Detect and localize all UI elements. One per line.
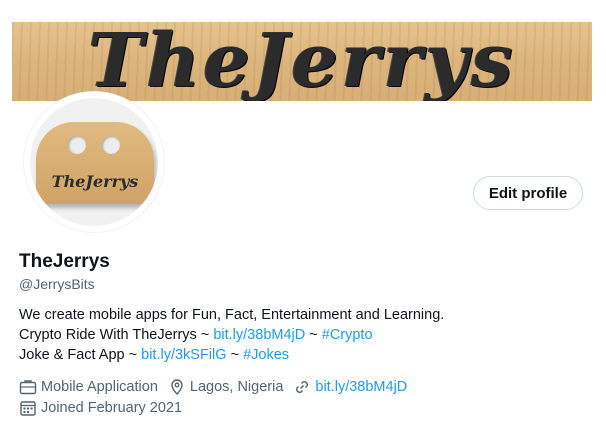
bio-line-3: Joke & Fact App ~ bit.ly/3kSFilG ~ #Joke… bbox=[19, 345, 444, 365]
avatar[interactable]: TheJerrys bbox=[24, 92, 164, 232]
avatar-image: TheJerrys bbox=[30, 98, 158, 226]
hashtag-jokes[interactable]: #Jokes bbox=[243, 347, 289, 363]
avatar-hole-left bbox=[68, 136, 86, 154]
bio-text: We create mobile apps for Fun, Fact, Ent… bbox=[19, 307, 445, 323]
meta-location-label: Lagos, Nigeria bbox=[189, 379, 284, 395]
banner-title: TheJerrys bbox=[88, 22, 516, 101]
website-link[interactable]: bit.ly/38bM4jD bbox=[315, 379, 407, 395]
bio-link-crypto[interactable]: bit.ly/38bM4jD bbox=[213, 327, 305, 343]
bio-link-jokes[interactable]: bit.ly/3kSFilG bbox=[141, 347, 226, 363]
bio-text: Joke & Fact App ~ bbox=[19, 347, 142, 363]
user-handle: @JerrysBits bbox=[19, 276, 95, 292]
profile-meta: Mobile Application Lagos, Nigeria bit.ly… bbox=[19, 377, 417, 419]
profile-banner[interactable]: TheJerrys bbox=[12, 22, 592, 101]
meta-joined: Joined February 2021 bbox=[19, 399, 182, 417]
bio-line-2: Crypto Ride With TheJerrys ~ bit.ly/38bM… bbox=[19, 325, 444, 345]
edit-profile-button[interactable]: Edit profile bbox=[473, 176, 583, 210]
avatar-plate: TheJerrys bbox=[36, 122, 154, 204]
profile-header: TheJerrys TheJerrys Edit profile TheJerr… bbox=[0, 0, 606, 423]
hashtag-crypto[interactable]: #Crypto bbox=[322, 327, 373, 343]
link-icon bbox=[296, 381, 309, 393]
briefcase-icon bbox=[19, 380, 37, 395]
meta-joined-label: Joined February 2021 bbox=[41, 400, 183, 416]
meta-website[interactable]: bit.ly/38bM4jD bbox=[293, 378, 407, 396]
bio-text: Crypto Ride With TheJerrys ~ bbox=[19, 327, 214, 343]
bio-separator: ~ bbox=[305, 327, 322, 343]
bio-separator: ~ bbox=[226, 347, 244, 363]
meta-row-1: Mobile Application Lagos, Nigeria bit.ly… bbox=[19, 377, 417, 397]
meta-row-2: Joined February 2021 bbox=[19, 398, 417, 418]
meta-location: Lagos, Nigeria bbox=[168, 378, 284, 396]
meta-category: Mobile Application bbox=[19, 378, 158, 396]
avatar-text: TheJerrys bbox=[51, 172, 139, 191]
meta-category-label: Mobile Application bbox=[41, 379, 158, 395]
location-pin-icon bbox=[171, 379, 183, 395]
bio-line-1: We create mobile apps for Fun, Fact, Ent… bbox=[19, 305, 444, 325]
bio: We create mobile apps for Fun, Fact, Ent… bbox=[19, 305, 444, 365]
display-name: TheJerrys bbox=[19, 251, 110, 272]
avatar-hole-right bbox=[102, 136, 120, 154]
calendar-icon bbox=[20, 401, 36, 416]
